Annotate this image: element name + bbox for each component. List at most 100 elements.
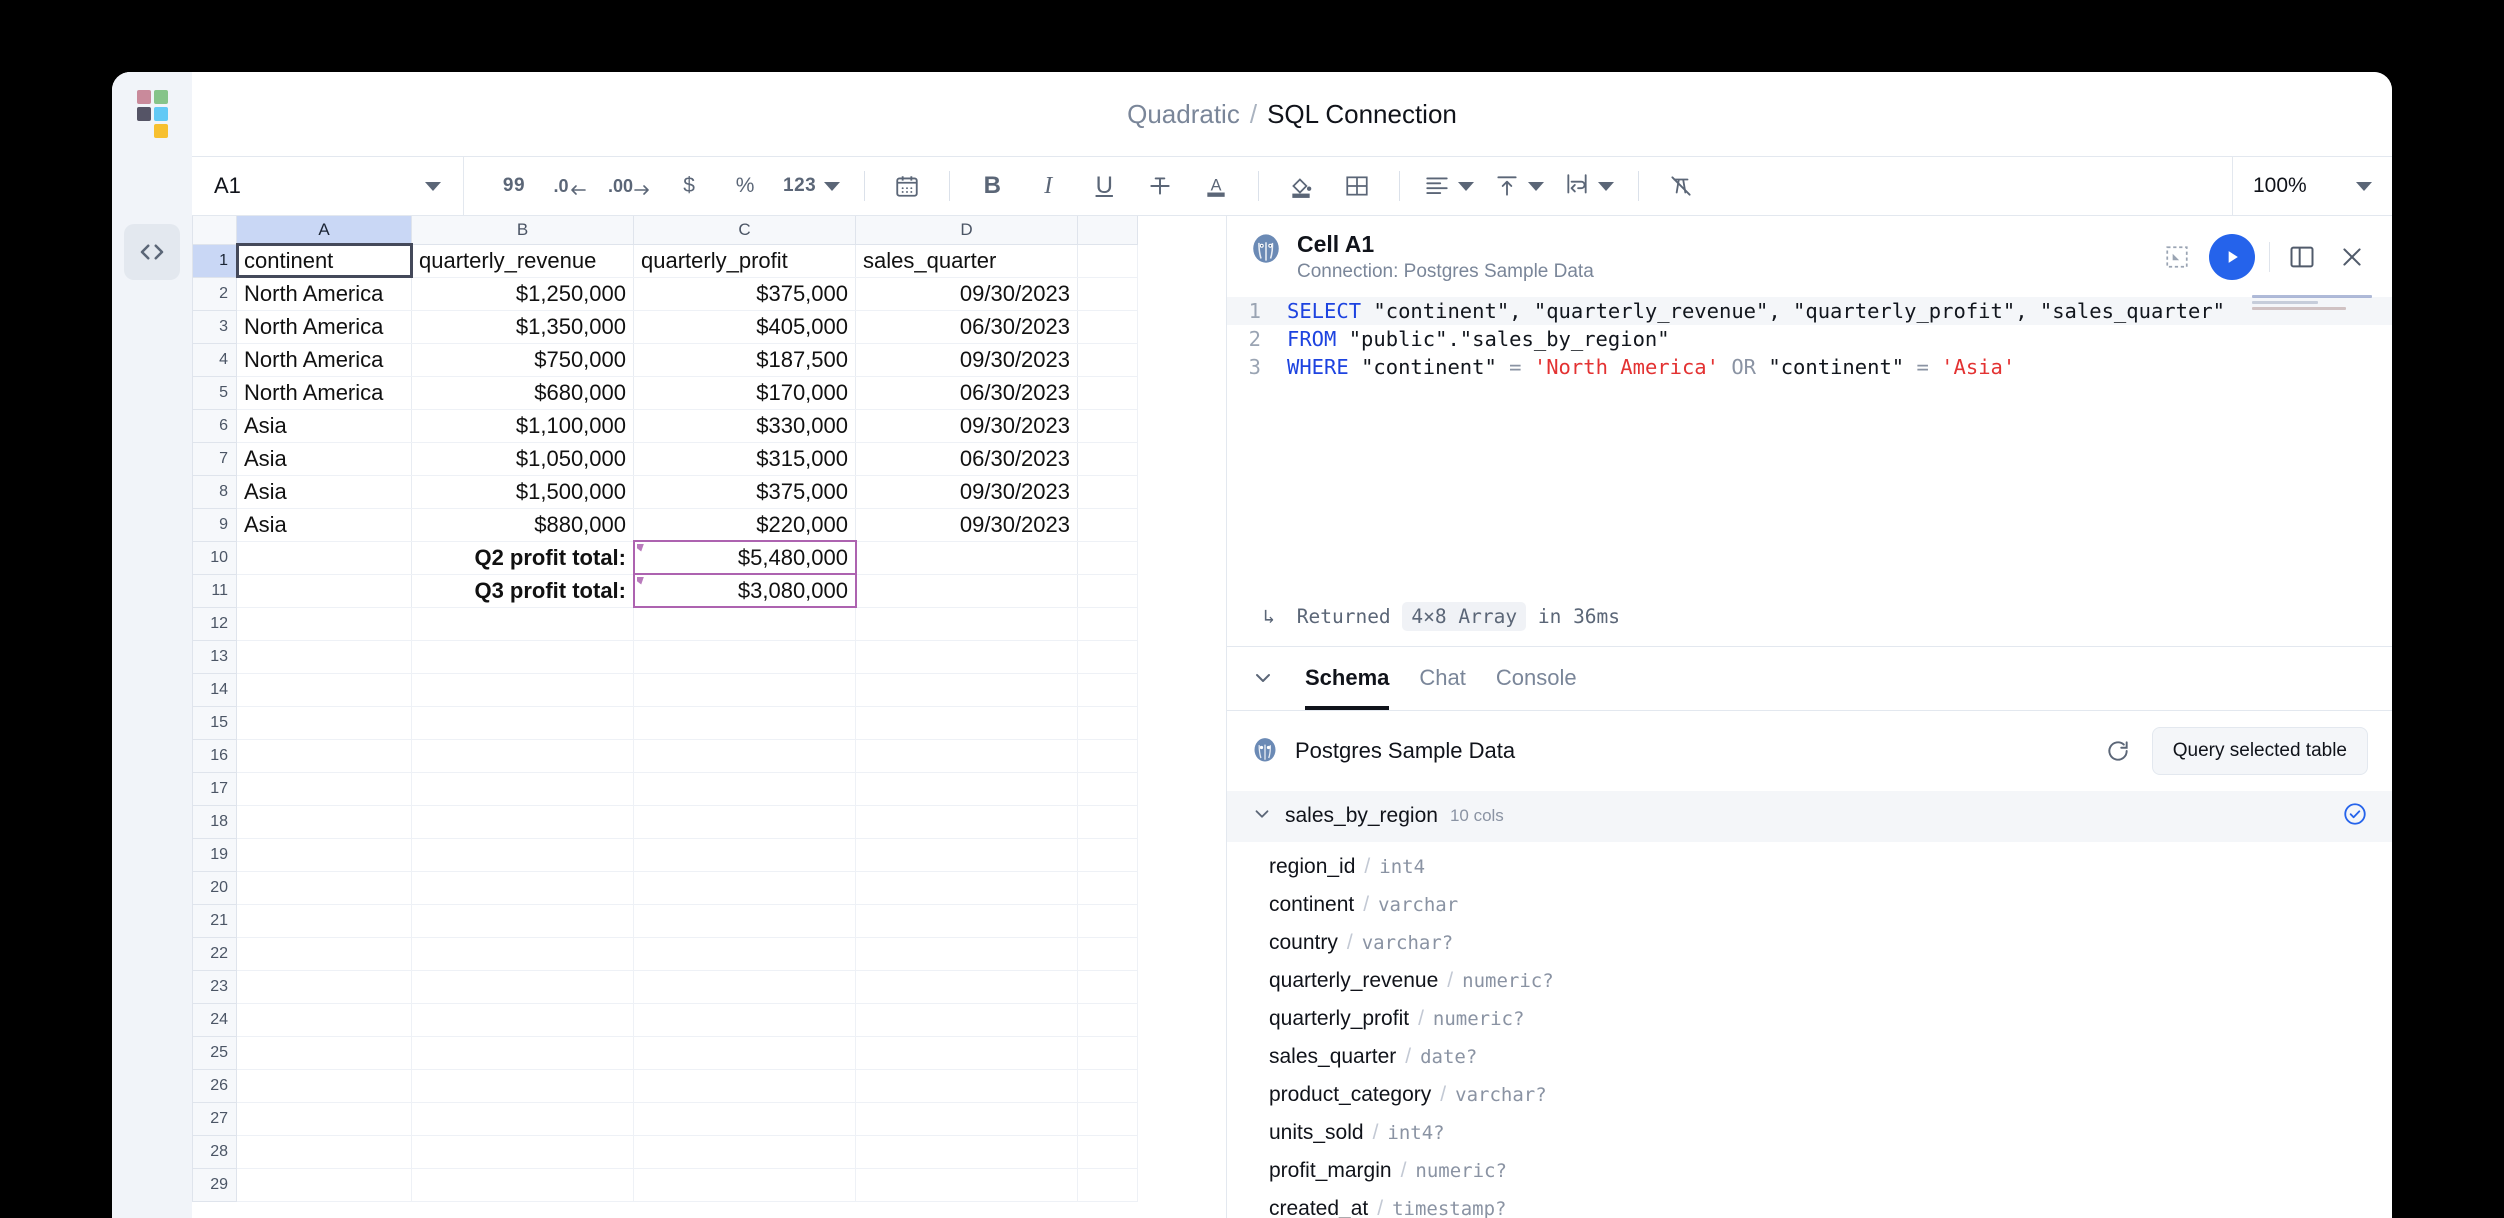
text-color-button[interactable]: A <box>1190 163 1242 209</box>
table-row[interactable]: 17 <box>192 771 1138 806</box>
row-header[interactable]: 13 <box>192 639 237 674</box>
cell-d1[interactable]: sales_quarter <box>855 244 1078 278</box>
cell-d3[interactable]: 06/30/2023 <box>855 310 1078 344</box>
cell-e19[interactable] <box>1077 838 1138 872</box>
cell-a14[interactable] <box>236 673 412 707</box>
increase-decimal-button[interactable]: .00 <box>600 163 659 209</box>
cell-a3[interactable]: North America <box>236 310 412 344</box>
table-row[interactable]: 12 <box>192 606 1138 641</box>
run-query-button[interactable] <box>2209 234 2255 280</box>
table-row[interactable]: 15 <box>192 705 1138 740</box>
cell-d17[interactable] <box>855 772 1078 806</box>
schema-column-row[interactable]: quarterly_revenue / numeric? <box>1269 962 2392 1000</box>
row-header[interactable]: 11 <box>192 573 237 608</box>
number-format-99-button[interactable]: 99 <box>488 163 540 209</box>
strikethrough-button[interactable] <box>1134 163 1186 209</box>
cell-reference-input[interactable]: A1 <box>192 156 464 216</box>
cell-c6[interactable]: $330,000 <box>633 409 856 443</box>
cell-e9[interactable] <box>1077 508 1138 542</box>
cell-b2[interactable]: $1,250,000 <box>411 277 634 311</box>
cell-d10[interactable] <box>855 541 1078 575</box>
row-header[interactable]: 18 <box>192 804 237 839</box>
schema-column-row[interactable]: profit_margin / numeric? <box>1269 1152 2392 1190</box>
row-header[interactable]: 22 <box>192 936 237 971</box>
schema-column-row[interactable]: region_id / int4 <box>1269 848 2392 886</box>
cell-e11[interactable] <box>1077 574 1138 608</box>
row-header[interactable]: 5 <box>192 375 237 410</box>
cell-b29[interactable] <box>411 1168 634 1202</box>
column-header-d[interactable]: D <box>855 216 1078 245</box>
cell-b13[interactable] <box>411 640 634 674</box>
cell-c14[interactable] <box>633 673 856 707</box>
borders-button[interactable] <box>1331 163 1383 209</box>
cell-e2[interactable] <box>1077 277 1138 311</box>
cell-a7[interactable]: Asia <box>236 442 412 476</box>
cell-e16[interactable] <box>1077 739 1138 773</box>
cell-d19[interactable] <box>855 838 1078 872</box>
check-circle-icon[interactable] <box>2342 801 2368 832</box>
cell-d11[interactable] <box>855 574 1078 608</box>
table-row[interactable]: 20 <box>192 870 1138 905</box>
cell-b22[interactable] <box>411 937 634 971</box>
row-header[interactable]: 16 <box>192 738 237 773</box>
row-header[interactable]: 28 <box>192 1134 237 1169</box>
tab-schema[interactable]: Schema <box>1305 646 1390 711</box>
table-row[interactable]: 21 <box>192 903 1138 938</box>
cell-b3[interactable]: $1,350,000 <box>411 310 634 344</box>
cell-e25[interactable] <box>1077 1036 1138 1070</box>
cell-b14[interactable] <box>411 673 634 707</box>
cell-b15[interactable] <box>411 706 634 740</box>
cell-b20[interactable] <box>411 871 634 905</box>
table-row[interactable]: 8 Asia $1,500,000 $375,000 09/30/2023 <box>192 474 1138 509</box>
cell-e7[interactable] <box>1077 442 1138 476</box>
cell-e29[interactable] <box>1077 1168 1138 1202</box>
cell-e4[interactable] <box>1077 343 1138 377</box>
cell-c9[interactable]: $220,000 <box>633 508 856 542</box>
number-format-menu-button[interactable]: 123 <box>775 163 848 209</box>
table-row[interactable]: 24 <box>192 1002 1138 1037</box>
vertical-align-button[interactable] <box>1486 163 1552 209</box>
cell-c7[interactable]: $315,000 <box>633 442 856 476</box>
table-row[interactable]: 5 North America $680,000 $170,000 06/30/… <box>192 375 1138 410</box>
cell-b27[interactable] <box>411 1102 634 1136</box>
cell-d25[interactable] <box>855 1036 1078 1070</box>
cell-e20[interactable] <box>1077 871 1138 905</box>
sql-code-editor[interactable]: 1 SELECT "continent", "quarterly_revenue… <box>1227 291 2392 591</box>
cell-d24[interactable] <box>855 1003 1078 1037</box>
table-row[interactable]: 6 Asia $1,100,000 $330,000 09/30/2023 <box>192 408 1138 443</box>
collapse-chevron-icon[interactable] <box>1251 666 1275 690</box>
cell-a19[interactable] <box>236 838 412 872</box>
cell-b12[interactable] <box>411 607 634 641</box>
tab-console[interactable]: Console <box>1496 646 1577 710</box>
cell-e6[interactable] <box>1077 409 1138 443</box>
cell-e3[interactable] <box>1077 310 1138 344</box>
app-logo[interactable] <box>112 72 192 156</box>
row-header[interactable]: 12 <box>192 606 237 641</box>
cell-d6[interactable]: 09/30/2023 <box>855 409 1078 443</box>
table-row[interactable]: 25 <box>192 1035 1138 1070</box>
row-header[interactable]: 4 <box>192 342 237 377</box>
cell-c25[interactable] <box>633 1036 856 1070</box>
cell-a16[interactable] <box>236 739 412 773</box>
cell-d20[interactable] <box>855 871 1078 905</box>
toggle-layout-icon[interactable] <box>2284 239 2320 275</box>
table-row[interactable]: 4 North America $750,000 $187,500 09/30/… <box>192 342 1138 377</box>
table-row[interactable]: 28 <box>192 1134 1138 1169</box>
cell-b28[interactable] <box>411 1135 634 1169</box>
row-header[interactable]: 21 <box>192 903 237 938</box>
cell-e12[interactable] <box>1077 607 1138 641</box>
cell-a8[interactable]: Asia <box>236 475 412 509</box>
cell-a1[interactable]: continent <box>235 243 413 278</box>
cell-a17[interactable] <box>236 772 412 806</box>
cell-d22[interactable] <box>855 937 1078 971</box>
cell-d26[interactable] <box>855 1069 1078 1103</box>
cell-a13[interactable] <box>236 640 412 674</box>
table-row[interactable]: 22 <box>192 936 1138 971</box>
cell-e5[interactable] <box>1077 376 1138 410</box>
cell-e28[interactable] <box>1077 1135 1138 1169</box>
row-header[interactable]: 25 <box>192 1035 237 1070</box>
cell-d12[interactable] <box>855 607 1078 641</box>
zoom-control[interactable]: 100% <box>2232 156 2392 216</box>
code-panel-toggle-button[interactable] <box>124 224 180 280</box>
cell-c13[interactable] <box>633 640 856 674</box>
